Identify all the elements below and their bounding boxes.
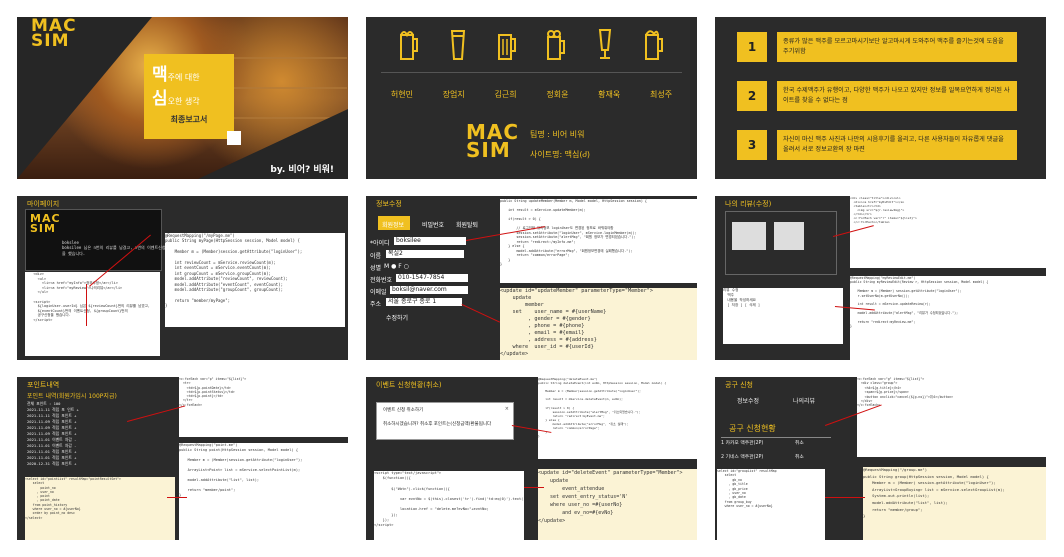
slide-purpose[interactable]: 1 종류가 많은 맥주를 모르고마시기보단 알고마시게 도와주어 맥주를 즐기는… <box>715 17 1046 179</box>
cancel-button[interactable]: 취소 <box>795 439 804 446</box>
slide-title: 공구 신청 <box>725 381 753 389</box>
phone-field[interactable]: 010-1547-7854 <box>396 274 468 282</box>
member-name: 황재욱 <box>598 90 621 99</box>
slide-event-status[interactable]: 이벤트 신청현황(취소) 이벤트 신청 취소하기 × 취소하시겠습니까? 취소후… <box>366 377 697 540</box>
slide-team[interactable]: 허현민 장엄지 김근희 정회윤 황재욱 최성주 MAC SIM 팀명 : 비어 비… <box>366 17 697 179</box>
member-name: 장엄지 <box>442 90 465 99</box>
mac-sim-logo: MAC SIM <box>466 120 520 162</box>
address-field[interactable]: 서울 종로구 종로 1 <box>386 298 462 306</box>
mac-sim-logo: MAC SIM <box>31 17 77 52</box>
tab-member-info[interactable]: 회원정보 <box>382 220 404 229</box>
member-name: 허현민 <box>390 90 413 99</box>
title-card: 맥주에 대한 심오한 생각 최종보고서 <box>144 54 234 139</box>
team-name: 팀명 : 비어 비워 <box>530 130 585 139</box>
purpose-row: 3 자신이 마신 맥주 사진과 나만의 시음후기를 올리고, 다른 사용자들이 … <box>737 130 1017 160</box>
team-members: 허현민 장엄지 김근희 정회윤 황재욱 최성주 <box>366 89 697 100</box>
slide-my-review[interactable]: 나의 리뷰(수정) 리뷰 수정 맥주 내용을 작성하세요 [ 저장 ] [ 삭제… <box>715 196 1046 360</box>
dialog-text: 취소하시겠습니까? 취소후 포인트는(신청금액)환불됩니다 <box>383 422 492 427</box>
byline: by. 비어? 비워! <box>270 165 334 175</box>
member-name: 정회윤 <box>546 90 569 99</box>
slide-title: 이벤트 신청현황(취소) <box>376 381 442 389</box>
slide-points[interactable]: 포인트내역 포인트 내역(회원가입시 100P지급) 전체 포인트 : 100 … <box>17 377 348 540</box>
beer-stein-icon <box>497 34 516 60</box>
group-item-name: 2 기네스 맥주관(2P) <box>721 455 764 460</box>
slide-mypage[interactable]: 마이페이지 MAC SIM bokslee boksilee 님은 n번의 리뷰를… <box>17 196 348 360</box>
group-code: @RequestMapping("/group.me") public Stri… <box>863 467 1046 540</box>
group-heading: 공구 신청현황 <box>729 424 776 433</box>
tab-edit-info[interactable]: 정보수정 <box>737 396 759 405</box>
gender-radio[interactable]: M ● F ○ <box>384 263 409 270</box>
slide-title: 나의 리뷰(수정) <box>725 200 772 208</box>
delete-event-query: <update id="deleteEvent" parameterType="… <box>538 469 697 540</box>
beer-mug-foam-icon <box>547 30 566 60</box>
report-subtitle: 최종보고서 <box>170 115 208 124</box>
mypage-code: @RequestMapping("/myPage.me") public Str… <box>165 233 345 327</box>
member-name: 최성주 <box>650 90 673 99</box>
cancel-button[interactable]: 취소 <box>795 453 804 460</box>
beer-icons-row <box>366 27 697 61</box>
slide-cover[interactable]: MAC SIM 맥주에 대한 심오한 생각 최종보고서 by. 비어? 비워! <box>17 17 348 179</box>
userid-field[interactable]: boksilee <box>394 237 466 245</box>
tab-my-review[interactable]: 나의리뷰 <box>793 396 815 405</box>
name-field[interactable]: 복실2 <box>386 250 464 258</box>
review-edit-modal[interactable]: 리뷰 수정 맥주 내용을 작성하세요 [ 저장 ] [ 삭제 ] <box>723 288 843 344</box>
submit-button[interactable]: 수정하기 <box>386 313 408 322</box>
dialog-title: 이벤트 신청 취소하기 <box>383 408 424 413</box>
site-name: 사이트명: 맥심(Ꮷ) <box>530 150 591 159</box>
pilsner-glass-icon <box>599 29 612 59</box>
slide-title: 정보수정 <box>376 200 402 208</box>
slide-group-buy[interactable]: 공구 신청 정보수정 나의리뷰 공구 신청현황 1 카카오 맥주관(2P) 취소… <box>715 377 1046 540</box>
purpose-row: 1 종류가 많은 맥주를 모르고마시기보단 알고마시게 도와주어 맥주를 즐기는… <box>737 32 1017 62</box>
points-list: 전체 포인트 : 100 2021-11-11 적립 포 인트 + 2021-1… <box>27 401 79 466</box>
tab-withdraw[interactable]: 회원탈퇴 <box>456 220 478 229</box>
member-name: 김근희 <box>494 90 517 99</box>
slide-edit-info[interactable]: 정보수정 회원정보 비밀번호 회원탈퇴 *아이디 boksilee 이름 복실2… <box>366 196 697 360</box>
email-field[interactable]: boksil@naver.com <box>390 286 468 294</box>
group-item-name: 1 카카오 맥주관(2P) <box>721 441 764 446</box>
update-member-query: <update id="updateMember" parameterType=… <box>500 288 697 360</box>
beer-jug-icon <box>645 30 664 60</box>
cancel-dialog: 이벤트 신청 취소하기 × 취소하시겠습니까? 취소후 포인트는(신청금액)환불… <box>376 402 514 440</box>
mypage-screenshot: MAC SIM bokslee boksilee 님은 n번의 리뷰를 남겼고, … <box>25 209 197 271</box>
beer-glass-icon <box>450 30 465 60</box>
slide-title: 포인트내역 <box>27 381 60 389</box>
beer-mug-icon <box>399 31 418 60</box>
tab-password[interactable]: 비밀번호 <box>422 220 444 229</box>
purpose-row: 2 한국 수제맥주가 유행이고, 다양한 맥주가 나오고 있지만 정보를 일목요… <box>737 81 1017 111</box>
slide-title: 마이페이지 <box>27 200 60 208</box>
close-icon[interactable]: × <box>505 406 509 412</box>
points-subtitle: 포인트 내역(회원가입시 100P지급) <box>27 393 117 400</box>
